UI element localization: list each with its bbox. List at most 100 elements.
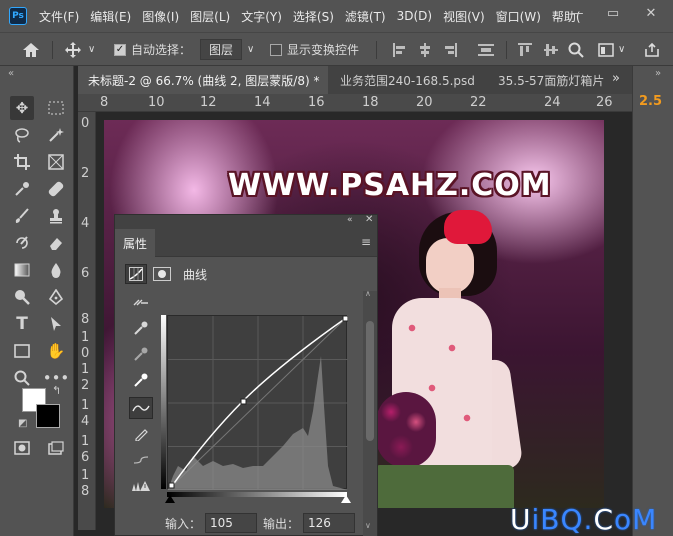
tab-lightbox[interactable]: 35.5-57面筋灯箱片 [488, 66, 610, 94]
healing-brush-icon[interactable] [44, 177, 68, 201]
on-image-adjust-icon[interactable] [129, 291, 153, 313]
white-slider-icon[interactable] [341, 495, 351, 503]
smooth-curve-icon[interactable] [129, 449, 153, 471]
screen-mode-icon[interactable] [44, 436, 68, 460]
history-brush-icon[interactable] [10, 231, 34, 255]
scroll-down-icon[interactable]: ∨ [365, 521, 371, 530]
scroll-up-icon[interactable]: ∧ [365, 289, 371, 298]
ruler-label: 8 [81, 312, 90, 327]
menu-layer[interactable]: 图层(L) [190, 8, 230, 25]
swap-colors-icon[interactable]: ↰ [52, 384, 61, 397]
clone-stamp-icon[interactable] [44, 204, 68, 228]
white-point-eyedropper-icon[interactable] [129, 369, 153, 391]
move-icon[interactable]: ∨ [64, 33, 95, 66]
check-icon[interactable]: ✓ [114, 43, 126, 56]
rectangle-tool-icon[interactable] [10, 339, 34, 363]
align-center-icon[interactable] [418, 33, 432, 66]
gray-point-eyedropper-icon[interactable] [129, 343, 153, 365]
type-tool-icon[interactable]: T [10, 312, 34, 336]
eyedropper-tool-icon[interactable] [10, 177, 34, 201]
ruler-label: 16 [308, 95, 325, 110]
panel-scrollbar[interactable]: ∧ ∨ [363, 289, 377, 536]
eraser-tool-icon[interactable] [44, 231, 68, 255]
output-field[interactable]: 126 [303, 513, 356, 533]
auto-select-target-dropdown[interactable]: 图层 [200, 39, 243, 60]
pen-tool-icon[interactable] [44, 285, 68, 309]
menu-select[interactable]: 选择(S) [293, 8, 334, 25]
minimize-icon[interactable]: — [560, 0, 594, 26]
align-left-icon[interactable] [392, 33, 406, 66]
path-select-icon[interactable] [44, 312, 68, 336]
collapse-icon[interactable]: « [347, 215, 353, 225]
auto-select-label: 自动选择： [131, 43, 192, 57]
frame-tool-icon[interactable] [44, 150, 68, 174]
menu-filter[interactable]: 滤镜(T) [345, 8, 386, 25]
move-tool-icon[interactable]: ✥ [10, 96, 34, 120]
menu-3d[interactable]: 3D(D) [397, 9, 432, 23]
curves-adjustment-icon[interactable] [125, 264, 147, 284]
layer-mask-icon[interactable] [153, 267, 171, 281]
photo-flowers [376, 392, 436, 468]
close-icon[interactable]: ✕ [365, 214, 373, 225]
dodge-tool-icon[interactable] [10, 285, 34, 309]
collapse-icon[interactable]: « [8, 68, 14, 79]
quick-mask-icon[interactable] [10, 436, 34, 460]
distribute-icon[interactable] [478, 33, 494, 66]
align-right-icon[interactable] [444, 33, 458, 66]
curve-point-mid[interactable] [240, 398, 247, 405]
zoom-tool-icon[interactable] [10, 366, 34, 390]
black-slider-icon[interactable] [165, 495, 175, 503]
close-icon[interactable]: × [327, 73, 328, 87]
zoom-value[interactable]: 2.5 [639, 94, 662, 109]
tab-properties[interactable]: 属性 [115, 229, 155, 257]
default-colors-icon[interactable]: ◩ [18, 418, 27, 429]
search-icon[interactable] [568, 33, 584, 66]
marquee-tool-icon[interactable] [44, 96, 68, 120]
ruler-label: 12 [200, 95, 217, 110]
chevron-down-icon[interactable]: ∨ [618, 44, 625, 55]
black-point-eyedropper-icon[interactable] [129, 317, 153, 339]
curve-point-white[interactable] [342, 315, 349, 322]
blur-tool-icon[interactable] [44, 258, 68, 282]
magic-wand-icon[interactable] [44, 123, 68, 147]
checkbox-box[interactable] [270, 43, 282, 56]
menu-file[interactable]: 文件(F) [39, 8, 79, 25]
close-window-icon[interactable]: ✕ [634, 0, 668, 26]
home-icon[interactable] [22, 33, 40, 66]
expand-panels-icon[interactable]: » [655, 68, 661, 79]
tab-business-range[interactable]: 业务范围240-168.5.psd × [330, 66, 482, 94]
menu-type[interactable]: 文字(Y) [241, 8, 282, 25]
hand-tool-icon[interactable]: ✋ [44, 339, 68, 363]
tab-untitled-2[interactable]: 未标题-2 @ 66.7% (曲线 2, 图层蒙版/8) * × [78, 66, 328, 94]
menu-view[interactable]: 视图(V) [443, 8, 485, 25]
background-color-swatch[interactable] [36, 404, 60, 428]
more-tabs-icon[interactable]: » [612, 71, 620, 86]
watermark-letter: U [510, 503, 532, 536]
menu-image[interactable]: 图像(I) [142, 8, 179, 25]
align-middle-icon[interactable] [544, 33, 558, 66]
gradient-tool-icon[interactable] [10, 258, 34, 282]
pencil-mode-icon[interactable] [129, 423, 153, 445]
curves-graph[interactable] [167, 315, 349, 491]
input-field[interactable]: 105 [205, 513, 258, 533]
maximize-icon[interactable]: ▭ [596, 0, 630, 26]
curve-point-mode-icon[interactable] [129, 397, 153, 419]
lasso-tool-icon[interactable] [10, 123, 34, 147]
chevron-down-icon[interactable]: ∨ [247, 44, 254, 55]
chevron-down-icon[interactable]: ∨ [88, 44, 95, 55]
scrollbar-thumb[interactable] [366, 321, 374, 441]
align-top-icon[interactable] [518, 33, 532, 66]
show-transform-checkbox[interactable]: 显示变换控件 [270, 33, 359, 66]
histogram-warning-icon[interactable] [129, 475, 153, 497]
menu-window[interactable]: 窗口(W) [496, 8, 541, 25]
curves-svg[interactable] [167, 315, 349, 491]
brush-tool-icon[interactable] [10, 204, 34, 228]
share-icon[interactable] [644, 33, 660, 66]
curve-point-black[interactable] [168, 482, 175, 489]
crop-tool-icon[interactable] [10, 150, 34, 174]
panel-menu-icon[interactable]: ≡ [361, 235, 371, 249]
panel-header[interactable]: « ✕ [115, 214, 377, 229]
menu-edit[interactable]: 编辑(E) [90, 8, 131, 25]
auto-select-checkbox[interactable]: ✓ 自动选择： [114, 33, 191, 66]
workspace-icon[interactable]: ∨ [598, 33, 625, 66]
